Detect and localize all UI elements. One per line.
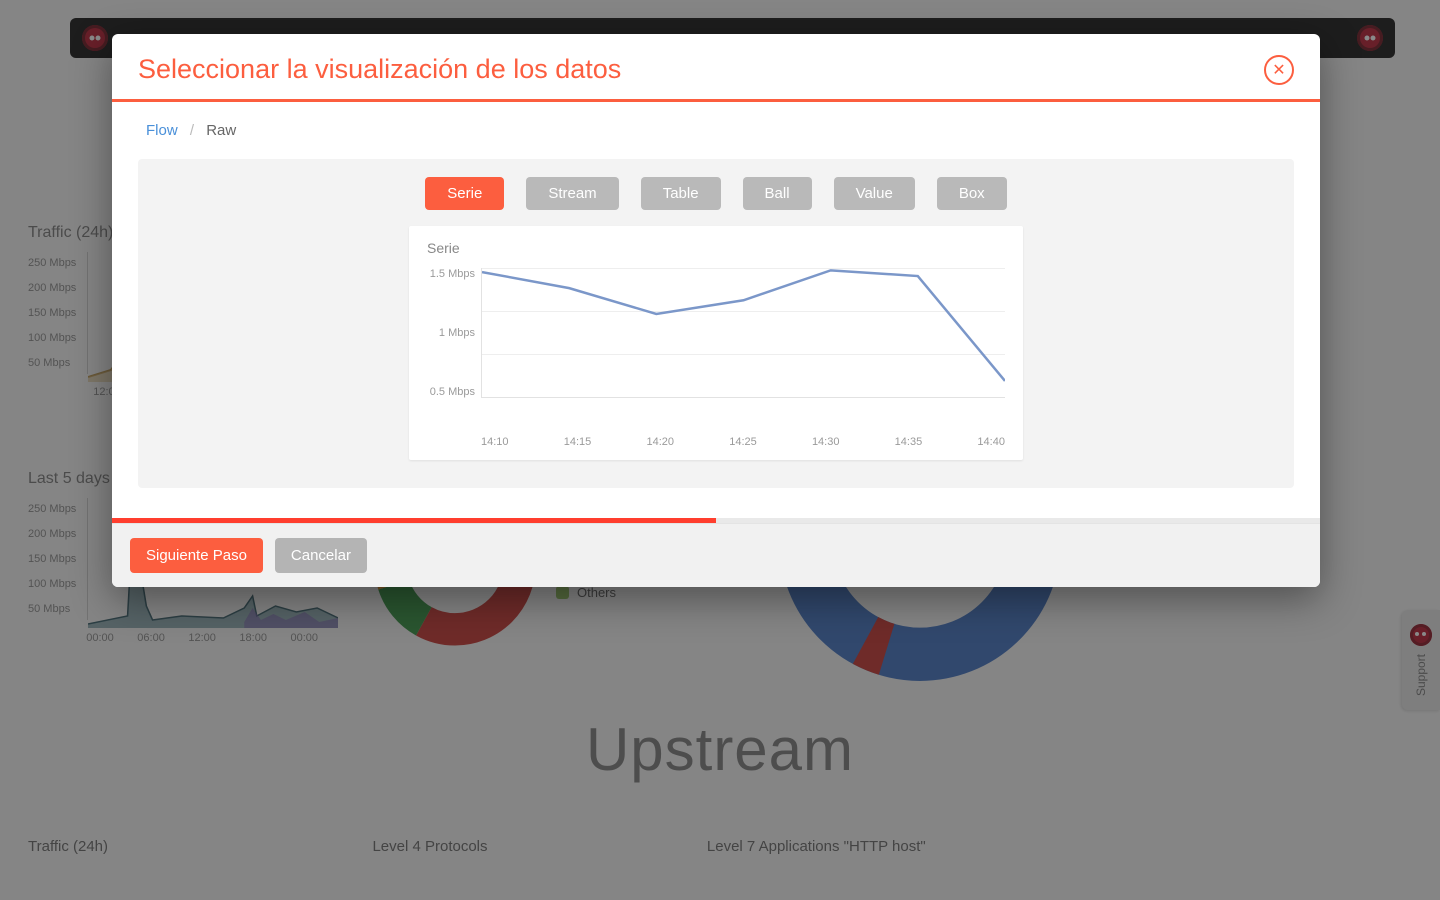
- wizard-progress: [112, 518, 1320, 523]
- visualization-panel: Serie Stream Table Ball Value Box Serie 1.5 M…: [138, 159, 1294, 488]
- close-icon: ✕: [1272, 60, 1285, 80]
- view-pill-box[interactable]: Box: [937, 177, 1007, 210]
- x-tick: 14:40: [977, 436, 1005, 448]
- view-pill-serie[interactable]: Serie: [425, 177, 504, 210]
- next-button[interactable]: Siguiente Paso: [130, 538, 263, 573]
- x-tick: 14:30: [812, 436, 840, 448]
- x-tick: 14:25: [729, 436, 757, 448]
- view-pill-table[interactable]: Table: [641, 177, 721, 210]
- chart-title: Serie: [427, 240, 1005, 256]
- plot-area: [481, 268, 1005, 398]
- modal-body: Flow / Raw Serie Stream Table Ball Value Box …: [112, 102, 1320, 518]
- x-tick: 14:10: [481, 436, 509, 448]
- breadcrumb-root[interactable]: Flow: [146, 122, 178, 139]
- modal-header: Seleccionar la visualización de los dato…: [112, 34, 1320, 99]
- view-pill-stream[interactable]: Stream: [526, 177, 618, 210]
- line-chart: 1.5 Mbps 1 Mbps 0.5 Mbps: [427, 268, 1005, 428]
- close-button[interactable]: ✕: [1264, 55, 1294, 85]
- breadcrumb: Flow / Raw: [146, 122, 1294, 139]
- view-pill-ball[interactable]: Ball: [743, 177, 812, 210]
- x-tick: 14:20: [646, 436, 674, 448]
- x-tick: 14:15: [564, 436, 592, 448]
- visualization-modal: Seleccionar la visualización de los dato…: [112, 34, 1320, 587]
- chart-preview: Serie 1.5 Mbps 1 Mbps 0.5 Mbps 14:1014:1…: [409, 226, 1023, 460]
- cancel-button[interactable]: Cancelar: [275, 538, 367, 573]
- breadcrumb-current: Raw: [206, 122, 236, 139]
- modal-footer: Siguiente Paso Cancelar: [112, 523, 1320, 587]
- view-pill-value[interactable]: Value: [834, 177, 915, 210]
- modal-title: Seleccionar la visualización de los dato…: [138, 54, 621, 85]
- x-axis: 14:10 14:15 14:20 14:25 14:30 14:35 14:40: [481, 436, 1005, 448]
- breadcrumb-separator: /: [190, 122, 194, 139]
- progress-fill: [112, 518, 716, 523]
- x-tick: 14:35: [895, 436, 923, 448]
- view-switcher: Serie Stream Table Ball Value Box: [158, 177, 1274, 210]
- y-axis: 1.5 Mbps 1 Mbps 0.5 Mbps: [427, 268, 481, 398]
